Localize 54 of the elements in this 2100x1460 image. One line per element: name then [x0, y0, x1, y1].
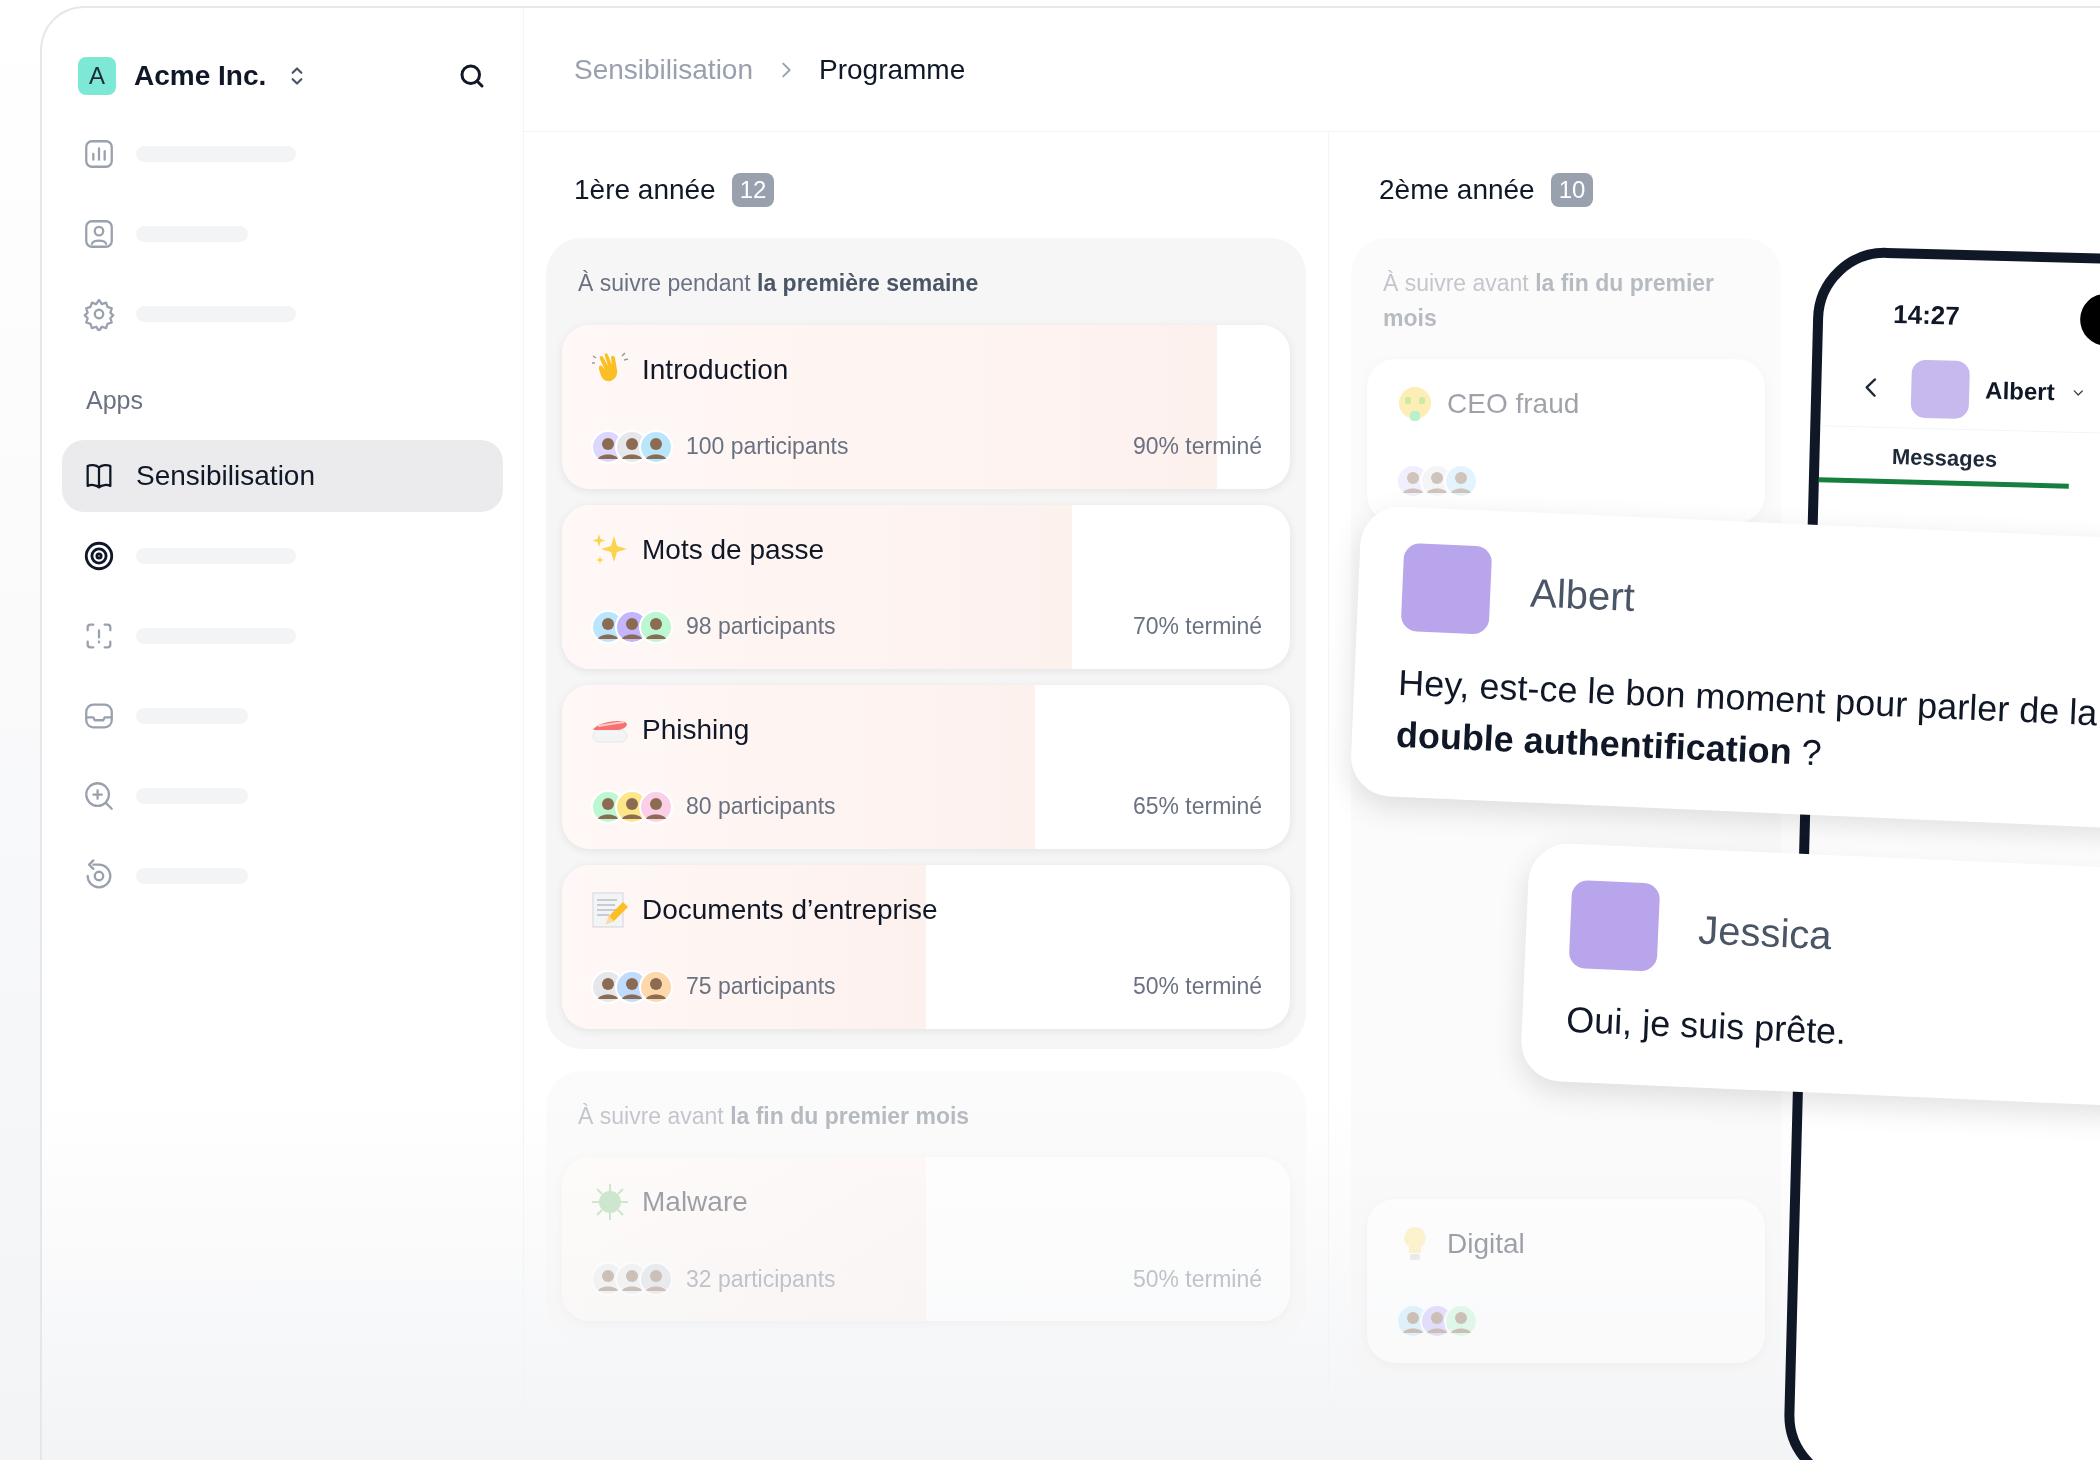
- course-title: Malware: [642, 1185, 748, 1219]
- course-card[interactable]: Documents d’entreprise 75 participants 50% terminé: [562, 864, 1290, 1029]
- course-title: Digital: [1447, 1227, 1525, 1261]
- count-badge: 12: [731, 173, 775, 207]
- avatar-group-icon: [1395, 1303, 1479, 1339]
- virus-icon: [590, 1182, 630, 1222]
- avatar-group-icon: [590, 608, 674, 645]
- author-name: Jessica: [1697, 906, 1833, 960]
- nav-label: Sensibilisation: [136, 458, 315, 493]
- participants-count: 98 participants: [686, 612, 836, 642]
- avatar-group-icon: [1395, 463, 1479, 499]
- participants-count: 32 participants: [686, 1264, 836, 1294]
- course-card[interactable]: Introduction 100 participants 90% terminé: [562, 324, 1290, 489]
- group-label: À suivre pendant la première semaine: [577, 269, 980, 298]
- group-label: À suivre avant la fin du premier mois: [577, 1101, 971, 1131]
- course-card[interactable]: Phishing 80 participants 65% terminé: [562, 684, 1290, 849]
- progress-label: 65% terminé: [1132, 792, 1262, 822]
- avatar-group-icon: [590, 428, 674, 465]
- course-title: Introduction: [642, 352, 789, 387]
- participants-count: 75 participants: [686, 972, 836, 1002]
- participants-count: 80 participants: [686, 792, 836, 822]
- course-title: Phishing: [642, 712, 750, 747]
- course-card[interactable]: Mots de passe 98 participants 70% terminé: [562, 504, 1290, 669]
- contact-name: Albert: [1984, 375, 2056, 407]
- section-label: Apps: [85, 385, 144, 416]
- status-time: 14:27: [1892, 297, 1961, 333]
- messages-tab[interactable]: Messages: [1818, 426, 2071, 489]
- course-title: Mots de passe: [642, 532, 825, 567]
- user-icon: [82, 217, 116, 251]
- progress-label: 70% terminé: [1132, 612, 1262, 642]
- contact-avatar-placeholder: [1910, 359, 1971, 419]
- breadcrumb-link[interactable]: Programme: [819, 48, 966, 91]
- progress-label: 50% terminé: [1132, 1264, 1262, 1294]
- workspace-name: Acme Inc.: [134, 59, 267, 93]
- course-title: CEO fraud: [1447, 387, 1580, 421]
- progress-label: 50% terminé: [1132, 972, 1262, 1002]
- bar-chart-icon: [82, 137, 116, 171]
- workspace-avatar: A: [78, 57, 116, 95]
- message-text: Oui, je suis prête.: [1565, 997, 1848, 1054]
- count-badge: 10: [1550, 173, 1594, 207]
- author-name: Albert: [1529, 569, 1637, 621]
- avatar-group-icon: [590, 1261, 674, 1297]
- course-title: Documents d’entreprise: [642, 892, 938, 927]
- settings-icon: [82, 297, 116, 331]
- notepad-pencil-icon: [590, 889, 630, 930]
- avatar-group-icon: [590, 788, 674, 825]
- participants-count: 100 participants: [686, 432, 849, 462]
- nav-item[interactable]: Sensibilisation: [62, 439, 503, 512]
- group-label: À suivre avant la fin du premier mois: [1382, 269, 1716, 333]
- message-text: Hey, est-ce le bon moment pour parler de la double authentification ?: [1394, 660, 2100, 776]
- column-title: 2ème année: [1379, 173, 1535, 207]
- progress-label: 90% terminé: [1132, 432, 1262, 462]
- column-title: 1ère année: [574, 173, 716, 207]
- avatar-group-icon: [590, 968, 674, 1005]
